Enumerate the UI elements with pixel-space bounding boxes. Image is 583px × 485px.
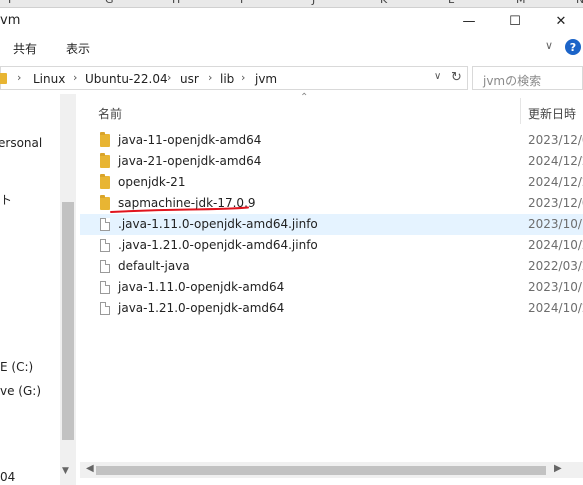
minimize-button[interactable]: — [446, 8, 492, 34]
scroll-right-icon[interactable]: ▶ [554, 463, 562, 474]
file-icon [100, 281, 110, 294]
file-name: java-21-openjdk-amd64 [118, 154, 262, 168]
sheet-col-g: G [105, 0, 114, 6]
address-bar[interactable]: › Linux › Ubuntu-22.04 › usr › lib › jvm… [0, 66, 468, 90]
file-date: 2023/10/19 [528, 280, 583, 294]
column-header: ⌃ 名前 更新日時 [80, 92, 583, 128]
column-name-header[interactable]: 名前 [98, 105, 122, 122]
breadcrumb-separator-icon: › [241, 71, 246, 84]
file-name: default-java [118, 259, 190, 273]
nav-item-ubuntu[interactable]: 04 [0, 470, 15, 484]
window-title: vm [0, 13, 21, 28]
refresh-icon[interactable]: ↻ [451, 70, 462, 85]
file-date: 2023/12/06 [528, 133, 583, 147]
sheet-col-i: I [240, 0, 243, 6]
nav-item-drive-c[interactable]: E (C:) [0, 360, 33, 374]
file-icon [100, 239, 110, 252]
ribbon: 共有 表示 ∨ ? [0, 34, 583, 62]
nav-item-partial[interactable]: ト [0, 191, 12, 208]
scroll-down-icon[interactable]: ▼ [62, 466, 69, 476]
list-item[interactable]: java-1.11.0-openjdk-amd64 2023/10/19 [80, 277, 583, 298]
folder-icon [0, 73, 7, 84]
help-icon[interactable]: ? [565, 39, 581, 55]
list-item[interactable]: default-java 2022/03/24 [80, 256, 583, 277]
file-icon [100, 260, 110, 273]
sort-ascending-icon: ⌃ [300, 92, 309, 103]
breadcrumb-linux[interactable]: Linux [33, 72, 65, 86]
breadcrumb-separator-icon: › [167, 71, 172, 84]
maximize-icon: ☐ [509, 13, 521, 29]
breadcrumb-lib[interactable]: lib [220, 72, 234, 86]
file-date: 2024/10/22 [528, 301, 583, 315]
breadcrumb-separator-icon: › [17, 71, 22, 84]
tab-view[interactable]: 表示 [66, 40, 90, 57]
sheet-col-n: N [576, 0, 583, 6]
file-date: 2023/12/01 [528, 196, 583, 210]
list-item[interactable]: .java-1.21.0-openjdk-amd64.jinfo 2024/10… [80, 235, 583, 256]
sheet-col-j: J [312, 0, 315, 6]
address-row: › Linux › Ubuntu-22.04 › usr › lib › jvm… [0, 64, 583, 92]
folder-icon [100, 195, 110, 210]
file-icon [100, 302, 110, 315]
breadcrumb-jvm[interactable]: jvm [255, 72, 277, 86]
sheet-col-f: F [8, 0, 14, 6]
folder-icon [100, 174, 110, 189]
search-input[interactable]: jvmの検索 [472, 66, 583, 90]
breadcrumb-separator-icon: › [73, 71, 78, 84]
file-list: ⌃ 名前 更新日時 java-11-openjdk-amd64 2023/12/… [80, 92, 583, 485]
nav-item-personal[interactable]: ersonal [0, 136, 42, 150]
file-name: java-1.21.0-openjdk-amd64 [118, 301, 285, 315]
column-divider[interactable] [520, 98, 521, 124]
file-date: 2022/03/24 [528, 259, 583, 273]
folder-icon [100, 153, 110, 168]
tab-share[interactable]: 共有 [13, 40, 37, 57]
close-button[interactable]: ✕ [538, 8, 583, 34]
close-icon: ✕ [555, 13, 567, 29]
ribbon-expand-icon[interactable]: ∨ [545, 39, 553, 52]
sheet-column-headers: F G H I J K L M N [0, 0, 583, 8]
file-name: openjdk-21 [118, 175, 186, 189]
file-icon [100, 218, 110, 231]
minimize-icon: — [462, 13, 476, 29]
breadcrumb-usr[interactable]: usr [180, 72, 199, 86]
nav-scrollbar-thumb[interactable] [62, 202, 74, 440]
list-item[interactable]: openjdk-21 2024/12/26 [80, 172, 583, 193]
file-name: .java-1.21.0-openjdk-amd64.jinfo [118, 238, 318, 252]
breadcrumb-separator-icon: › [208, 71, 213, 84]
scroll-left-icon[interactable]: ◀ [86, 463, 94, 474]
nav-item-drive-g[interactable]: ve (G:) [0, 384, 41, 398]
sheet-col-k: K [380, 0, 387, 6]
file-name: .java-1.11.0-openjdk-amd64.jinfo [118, 217, 318, 231]
file-name: java-1.11.0-openjdk-amd64 [118, 280, 285, 294]
annotation-underline [110, 206, 249, 213]
column-date-header[interactable]: 更新日時 [528, 105, 576, 122]
horizontal-scrollbar-thumb[interactable] [96, 466, 546, 475]
maximize-button[interactable]: ☐ [492, 8, 538, 34]
title-bar: vm — ☐ ✕ [0, 8, 583, 34]
sheet-col-l: L [448, 0, 454, 6]
file-date: 2024/12/26 [528, 175, 583, 189]
list-item[interactable]: java-21-openjdk-amd64 2024/12/26 [80, 151, 583, 172]
file-date: 2024/10/22 [528, 238, 583, 252]
list-item[interactable]: java-11-openjdk-amd64 2023/12/06 [80, 130, 583, 151]
sheet-col-m: M [516, 0, 526, 6]
address-dropdown-icon[interactable]: ∨ [434, 71, 441, 82]
list-item[interactable]: .java-1.11.0-openjdk-amd64.jinfo 2023/10… [80, 214, 583, 235]
folder-icon [100, 132, 110, 147]
file-name: java-11-openjdk-amd64 [118, 133, 262, 147]
sheet-col-h: H [172, 0, 180, 6]
file-date: 2024/12/26 [528, 154, 583, 168]
breadcrumb-ubuntu[interactable]: Ubuntu-22.04 [85, 72, 168, 86]
search-placeholder: jvmの検索 [483, 74, 542, 88]
list-item[interactable]: java-1.21.0-openjdk-amd64 2024/10/22 [80, 298, 583, 319]
file-date: 2023/10/19 [528, 217, 583, 231]
